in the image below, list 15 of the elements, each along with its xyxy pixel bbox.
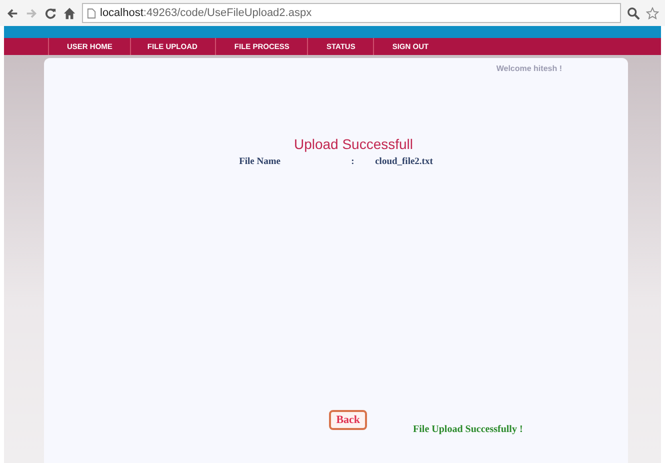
field-value: cloud_file2.txt <box>375 157 433 167</box>
zoom-icon[interactable] <box>627 6 640 20</box>
url-text: localhost:49263/code/UseFileUpload2.aspx <box>100 7 312 19</box>
address-bar[interactable]: localhost:49263/code/UseFileUpload2.aspx <box>82 3 621 23</box>
back-icon[interactable] <box>6 6 19 20</box>
reload-icon[interactable] <box>44 6 57 20</box>
status-message: File Upload Successfully ! <box>413 424 523 435</box>
star-icon[interactable] <box>646 6 659 20</box>
home-icon[interactable] <box>63 6 76 20</box>
field-label: File Name <box>239 157 282 167</box>
welcome-text: Welcome hitesh ! <box>496 64 562 73</box>
back-button[interactable]: Back <box>329 410 368 430</box>
page-heading: Upload Successfull <box>294 136 414 152</box>
page-icon <box>87 8 96 18</box>
separator: : <box>351 157 356 167</box>
